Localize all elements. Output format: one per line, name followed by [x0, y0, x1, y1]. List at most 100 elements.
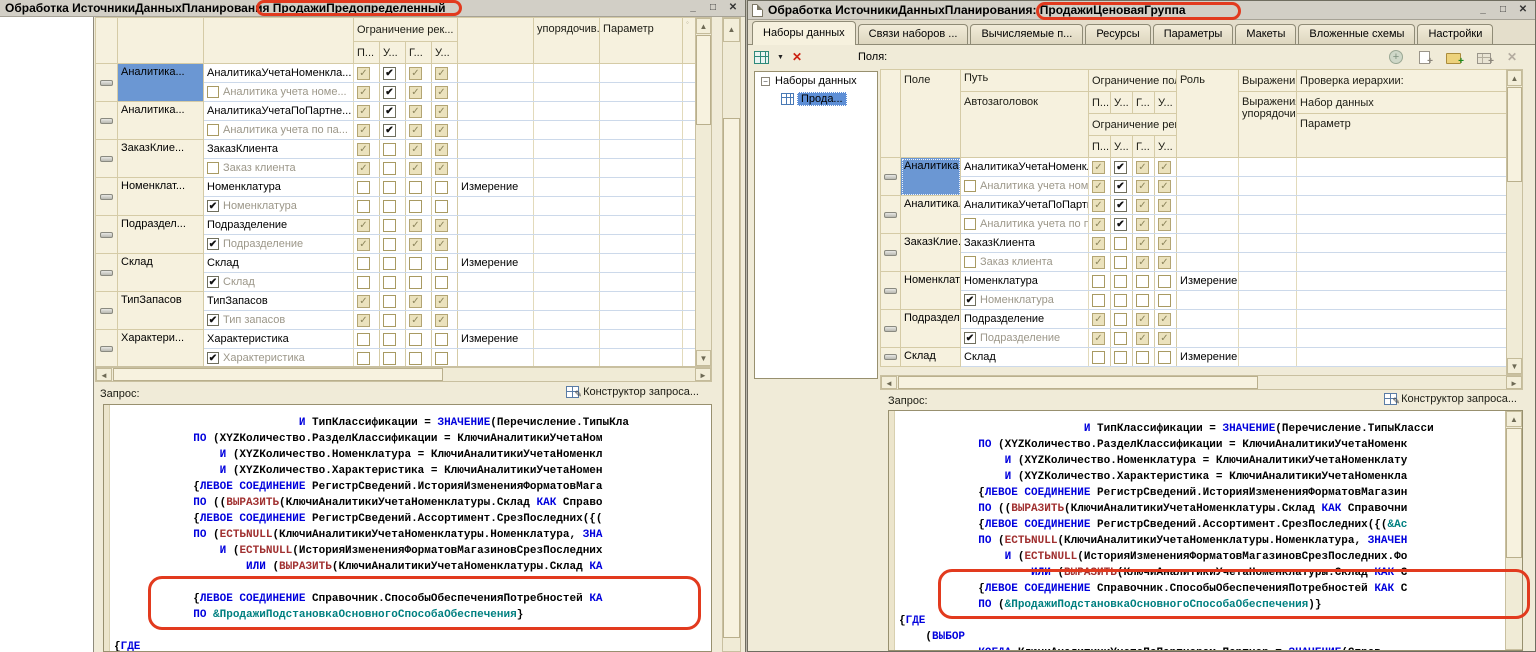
row-handle-cell[interactable] — [96, 102, 118, 140]
restriction-checkbox-cell[interactable]: ✓ — [432, 311, 458, 330]
checkbox-checked[interactable]: ✓ — [357, 67, 370, 80]
field-name-cell[interactable]: Склад — [901, 348, 961, 367]
restriction-checkbox-cell[interactable]: ✓ — [1133, 329, 1155, 348]
restriction-checkbox-cell[interactable]: ✓ — [1155, 253, 1177, 272]
empty-cell[interactable] — [683, 83, 695, 102]
empty-cell[interactable] — [1297, 291, 1506, 310]
checkbox-checked[interactable]: ✓ — [1092, 256, 1105, 269]
restriction-checkbox-cell[interactable]: ✓ — [1089, 196, 1111, 215]
field-name-cell[interactable]: ТипЗапасов — [118, 292, 204, 330]
restriction-checkbox-cell[interactable]: ✔ — [1111, 158, 1133, 177]
field-title-cell[interactable]: ✔Характеристика — [204, 349, 354, 368]
field-name-cell[interactable]: Подраздел... — [118, 216, 204, 254]
header-check2-p[interactable]: П... — [1089, 136, 1111, 158]
empty-cell[interactable] — [683, 197, 695, 216]
restriction-checkbox-cell[interactable] — [432, 178, 458, 197]
restriction-checkbox-cell[interactable]: ✓ — [1133, 177, 1155, 196]
drag-handle-icon[interactable] — [884, 174, 897, 180]
close-button[interactable]: ✕ — [725, 1, 741, 15]
checkbox-unchecked[interactable] — [383, 143, 396, 156]
header-rec-restriction[interactable]: Ограничение рек... — [1089, 114, 1177, 136]
empty-cell[interactable] — [1239, 272, 1297, 291]
checkbox-checked[interactable]: ✓ — [1136, 161, 1149, 174]
checkbox-unchecked[interactable] — [1158, 351, 1171, 364]
field-title-cell[interactable]: ✔Номенклатура — [204, 197, 354, 216]
header-check-p[interactable]: П... — [354, 42, 380, 64]
checkbox-checked[interactable]: ✓ — [1158, 218, 1171, 231]
field-name-cell[interactable]: Характери... — [118, 330, 204, 368]
empty-cell[interactable] — [600, 178, 683, 197]
scroll-up-icon[interactable]: ▲ — [696, 18, 711, 34]
checkbox-checked[interactable]: ✓ — [435, 86, 448, 99]
table-row[interactable]: Аналитика...АналитикаУчетаПоПартне...✓✔✓… — [881, 196, 1507, 215]
restriction-checkbox-cell[interactable] — [406, 273, 432, 292]
restriction-checkbox-cell[interactable]: ✓ — [1155, 310, 1177, 329]
checkbox-checked[interactable]: ✓ — [1092, 237, 1105, 250]
empty-cell[interactable] — [1239, 177, 1297, 196]
scroll-left-icon[interactable]: ◄ — [881, 376, 897, 389]
restriction-checkbox-cell[interactable]: ✔ — [1111, 196, 1133, 215]
row-handle-cell[interactable] — [881, 196, 901, 234]
checkbox-checked[interactable]: ✔ — [383, 105, 396, 118]
drag-handle-icon[interactable] — [884, 326, 897, 332]
field-title-cell[interactable]: Заказ клиента — [204, 159, 354, 178]
header-check2-g[interactable]: Г... — [1133, 136, 1155, 158]
header-check-g[interactable]: Г... — [1133, 92, 1155, 114]
empty-cell[interactable] — [600, 64, 683, 83]
header-check-u2[interactable]: У... — [1155, 92, 1177, 114]
checkbox-checked[interactable]: ✓ — [409, 295, 422, 308]
empty-cell[interactable] — [683, 273, 695, 292]
restriction-checkbox-cell[interactable] — [354, 254, 380, 273]
scroll-up-icon[interactable]: ▲ — [1507, 70, 1522, 86]
restriction-checkbox-cell[interactable]: ✔ — [380, 102, 406, 121]
restriction-checkbox-cell[interactable] — [1111, 291, 1133, 310]
field-name-cell[interactable]: Номенклат... — [901, 272, 961, 310]
checkbox-checked[interactable]: ✔ — [383, 67, 396, 80]
query-vscrollbar[interactable]: ▲ — [1505, 411, 1522, 650]
table-subrow[interactable]: ✔Номенклатура — [881, 291, 1507, 310]
role-cell[interactable] — [1177, 234, 1239, 253]
add-field-icon[interactable]: + — [1389, 50, 1403, 64]
checkbox-unchecked[interactable] — [1114, 313, 1127, 326]
empty-cell[interactable] — [683, 159, 695, 178]
role-cell[interactable] — [458, 140, 534, 159]
restriction-checkbox-cell[interactable]: ✓ — [354, 140, 380, 159]
selected-dataset[interactable]: Прода... — [797, 92, 847, 106]
restriction-checkbox-cell[interactable] — [1155, 272, 1177, 291]
empty-cell[interactable] — [600, 159, 683, 178]
checkbox-unchecked[interactable] — [964, 218, 976, 230]
table-subrow[interactable]: Аналитика учета по па...✓✔✓✓ — [881, 215, 1507, 234]
checkbox-unchecked[interactable] — [1092, 294, 1105, 307]
tree-item-dataset[interactable]: Прода... — [755, 90, 877, 108]
checkbox-unchecked[interactable] — [1158, 294, 1171, 307]
table-row[interactable]: ЗаказКлие...ЗаказКлиента✓✓✓ — [881, 234, 1507, 253]
restriction-checkbox-cell[interactable] — [432, 254, 458, 273]
checkbox-unchecked[interactable] — [1136, 351, 1149, 364]
restriction-checkbox-cell[interactable]: ✓ — [406, 159, 432, 178]
query-designer-link[interactable]: ✎ Конструктор запроса... — [1384, 393, 1517, 405]
checkbox-unchecked[interactable] — [383, 162, 396, 175]
header-autoheader[interactable]: Автозаголовок — [961, 92, 1089, 158]
minimize-button[interactable]: _ — [1475, 3, 1491, 17]
restriction-checkbox-cell[interactable]: ✓ — [432, 235, 458, 254]
checkbox-checked[interactable]: ✓ — [435, 124, 448, 137]
restriction-checkbox-cell[interactable]: ✓ — [432, 121, 458, 140]
empty-cell[interactable] — [683, 235, 695, 254]
header-hierarchy-col[interactable]: Проверка иерархии: — [1297, 70, 1506, 92]
restriction-checkbox-cell[interactable] — [380, 140, 406, 159]
copy-field-icon[interactable]: + — [1419, 51, 1430, 64]
header-expr-order[interactable]: Выражения упорядочив... — [1239, 92, 1297, 158]
header-parameter[interactable]: Параметр — [1297, 114, 1506, 158]
restriction-checkbox-cell[interactable]: ✓ — [1089, 253, 1111, 272]
restriction-checkbox-cell[interactable]: ✓ — [406, 64, 432, 83]
restriction-checkbox-cell[interactable] — [380, 235, 406, 254]
restriction-checkbox-cell[interactable] — [380, 292, 406, 311]
checkbox-unchecked[interactable] — [409, 181, 422, 194]
drag-handle-icon[interactable] — [884, 250, 897, 256]
row-handle-cell[interactable] — [96, 330, 118, 368]
checkbox-checked[interactable]: ✓ — [409, 314, 422, 327]
header-check-u1[interactable]: У... — [380, 42, 406, 64]
empty-cell[interactable] — [534, 178, 600, 197]
checkbox-unchecked[interactable] — [1114, 237, 1127, 250]
drag-handle-icon[interactable] — [884, 354, 897, 360]
